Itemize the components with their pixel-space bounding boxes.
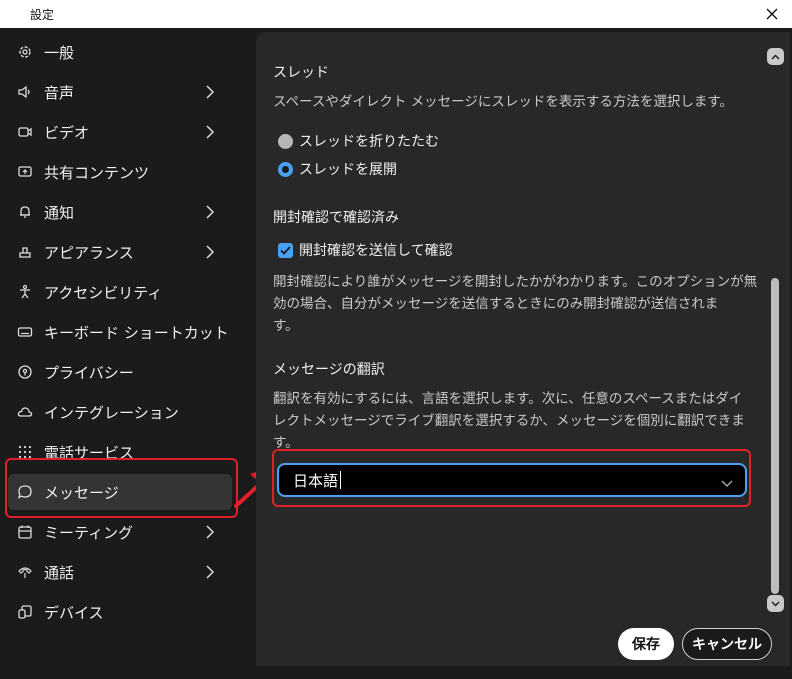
content-scrollbar[interactable]	[766, 44, 786, 614]
sidebar-item-privacy[interactable]: プライバシー	[8, 354, 232, 390]
sidebar-item-notifications[interactable]: 通知	[8, 194, 232, 230]
cloud-icon	[16, 403, 34, 421]
close-icon	[766, 8, 778, 20]
sidebar-item-label: ミーティング	[44, 523, 134, 542]
sidebar-item-appearance[interactable]: アピアランス	[8, 234, 232, 270]
scroll-up-button[interactable]	[767, 48, 784, 65]
chevron-right-icon	[202, 523, 218, 541]
sidebar-item-keyboard-shortcuts[interactable]: キーボード ショートカット	[8, 314, 232, 350]
sidebar-item-devices[interactable]: デバイス	[8, 594, 232, 630]
select-highlight-box	[272, 449, 751, 507]
save-button[interactable]: 保存	[618, 628, 674, 660]
chevron-up-icon	[771, 53, 780, 60]
sidebar-item-label: 音声	[44, 83, 75, 102]
description-line: 効の場合、自分がメッセージを送信するときにのみ開封確認が送信されま	[273, 296, 719, 312]
radio-label: スレッドを展開	[299, 162, 397, 178]
scroll-thumb[interactable]	[771, 278, 779, 594]
checkmark-icon	[280, 245, 291, 255]
settings-window: 設定 一般 音声 ビデオ 共有コンテンツ 通知 アピアランス アクセシビリティ …	[0, 0, 792, 679]
sidebar-item-integrations[interactable]: インテグレーション	[8, 394, 232, 430]
radio-collapse-threads[interactable]: スレッドを折りたたむ	[278, 131, 439, 151]
chevron-down-icon	[771, 600, 780, 607]
chevron-right-icon	[202, 83, 218, 101]
title-bar: 設定	[0, 0, 792, 28]
screen-share-icon	[16, 163, 34, 181]
sidebar-item-label: ビデオ	[44, 123, 90, 142]
sidebar-item-label: アピアランス	[44, 243, 134, 262]
radio-button[interactable]	[278, 133, 293, 149]
sidebar-item-video[interactable]: ビデオ	[8, 114, 232, 150]
radio-label: スレッドを折りたたむ	[299, 134, 439, 150]
settings-content-panel: スレッド スペースやダイレクト メッセージにスレッドを表示する方法を選択します。…	[256, 32, 790, 666]
chevron-right-icon	[202, 203, 218, 221]
chevron-right-icon	[202, 563, 218, 581]
threads-description: スペースやダイレクト メッセージにスレッドを表示する方法を選択します。	[273, 94, 734, 110]
window-title: 設定	[30, 8, 55, 22]
sidebar-item-label: アクセシビリティ	[44, 283, 163, 302]
translation-description: 翻訳を有効にするには、言語を選択します。次に、任意のスペースまたはダイ レクトメ…	[273, 388, 745, 454]
sidebar-item-label: プライバシー	[44, 363, 134, 382]
speaker-icon	[16, 83, 34, 101]
cancel-button[interactable]: キャンセル	[682, 628, 772, 660]
gear-icon	[16, 43, 34, 61]
sidebar-item-label: 通話	[44, 563, 75, 582]
sidebar-item-label: 一般	[44, 43, 75, 62]
read-receipts-section-title: 開封確認で確認済み	[273, 210, 399, 226]
privacy-icon	[16, 363, 34, 381]
settings-sidebar: 一般 音声 ビデオ 共有コンテンツ 通知 アピアランス アクセシビリティ キーボ…	[0, 28, 256, 679]
chevron-right-icon	[202, 243, 218, 261]
paint-brush-icon	[16, 243, 34, 261]
radio-button-selected[interactable]	[278, 161, 293, 177]
keyboard-icon	[16, 323, 34, 341]
translation-section-title: メッセージの翻訳	[273, 362, 385, 378]
description-line: レクトメッセージでライブ翻訳を選択するか、メッセージを個別に翻訳できま	[273, 413, 745, 429]
description-line: す。	[273, 318, 299, 334]
sidebar-item-general[interactable]: 一般	[8, 34, 232, 70]
sidebar-item-label: デバイス	[44, 603, 104, 622]
chevron-right-icon	[202, 123, 218, 141]
sidebar-item-label: 通知	[44, 203, 75, 222]
sidebar-item-accessibility[interactable]: アクセシビリティ	[8, 274, 232, 310]
sidebar-item-label: キーボード ショートカット	[44, 323, 229, 342]
video-camera-icon	[16, 123, 34, 141]
radio-expand-threads[interactable]: スレッドを展開	[278, 159, 397, 179]
sidebar-item-content-sharing[interactable]: 共有コンテンツ	[8, 154, 232, 190]
scroll-down-button[interactable]	[767, 595, 784, 612]
sidebar-item-label: 共有コンテンツ	[44, 163, 150, 182]
send-read-receipts-checkbox-row[interactable]: 開封確認を送信して確認	[278, 240, 453, 260]
sidebar-item-audio[interactable]: 音声	[8, 74, 232, 110]
phone-icon	[16, 563, 34, 581]
sidebar-item-meetings[interactable]: ミーティング	[8, 514, 232, 550]
description-line: 翻訳を有効にするには、言語を選択します。次に、任意のスペースまたはダイ	[273, 391, 743, 407]
sidebar-item-calling[interactable]: 通話	[8, 554, 232, 590]
checkbox-label: 開封確認を送信して確認	[299, 243, 453, 259]
threads-section-title: スレッド	[273, 65, 329, 81]
sidebar-item-label: インテグレーション	[44, 403, 179, 422]
description-line: 開封確認により誰がメッセージを開封したかがわかります。このオプションが無	[273, 274, 758, 290]
accessibility-icon	[16, 283, 34, 301]
send-read-receipts-checkbox[interactable]	[278, 242, 293, 258]
calendar-icon	[16, 523, 34, 541]
read-receipts-description: 開封確認により誰がメッセージを開封したかがわかります。このオプションが無 効の場…	[273, 271, 757, 337]
devices-icon	[16, 603, 34, 621]
close-button[interactable]	[762, 4, 782, 24]
sidebar-highlight-box	[5, 458, 238, 518]
bell-icon	[16, 203, 34, 221]
